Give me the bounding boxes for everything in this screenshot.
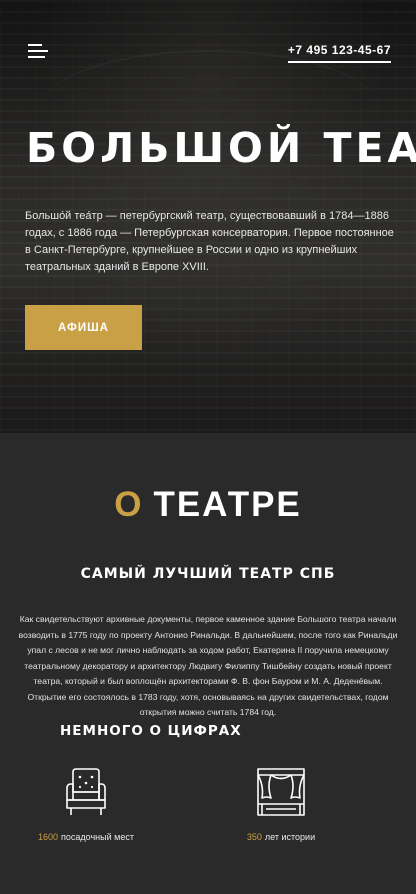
stat-seats: 1600 посадочный мест [21, 766, 151, 842]
menu-line [28, 44, 42, 46]
stage-curtain-icon [257, 768, 305, 816]
stat-history: 350 лет истории [216, 766, 346, 842]
numbers-title: НЕМНОГО О ЦИФРАХ [60, 723, 242, 739]
stat-history-caption: 350 лет истории [216, 832, 346, 842]
menu-line [28, 56, 45, 58]
stat-seats-caption: 1600 посадочный мест [21, 832, 151, 842]
phone-link[interactable]: +7 495 123-45-67 [287, 43, 391, 63]
menu-line [28, 50, 48, 52]
hero-description: Большо́й теа́тр — петербургский театр, с… [25, 210, 394, 273]
about-title: О ТЕАТРЕ [0, 485, 416, 525]
hero-section: +7 495 123-45-67 БОЛЬШОЙ ТЕАТР Большо́й … [0, 0, 416, 433]
about-text: Как свидетельствуют архивные документы, … [18, 614, 398, 717]
stat-history-value: 350 [246, 832, 262, 842]
about-title-accent: О [114, 485, 144, 524]
hamburger-menu-icon[interactable] [28, 44, 50, 60]
afisha-button[interactable]: АФИША [25, 305, 142, 350]
about-title-rest: ТЕАТРЕ [153, 485, 302, 524]
stat-history-label: лет истории [264, 832, 316, 842]
about-subtitle: САМЫЙ ЛУЧШИЙ ТЕАТР СПБ [80, 566, 336, 582]
stat-seats-label: посадочный мест [61, 832, 134, 842]
hero-title: БОЛЬШОЙ ТЕАТР [26, 124, 416, 172]
armchair-icon [66, 768, 106, 815]
stat-seats-value: 1600 [38, 832, 59, 842]
